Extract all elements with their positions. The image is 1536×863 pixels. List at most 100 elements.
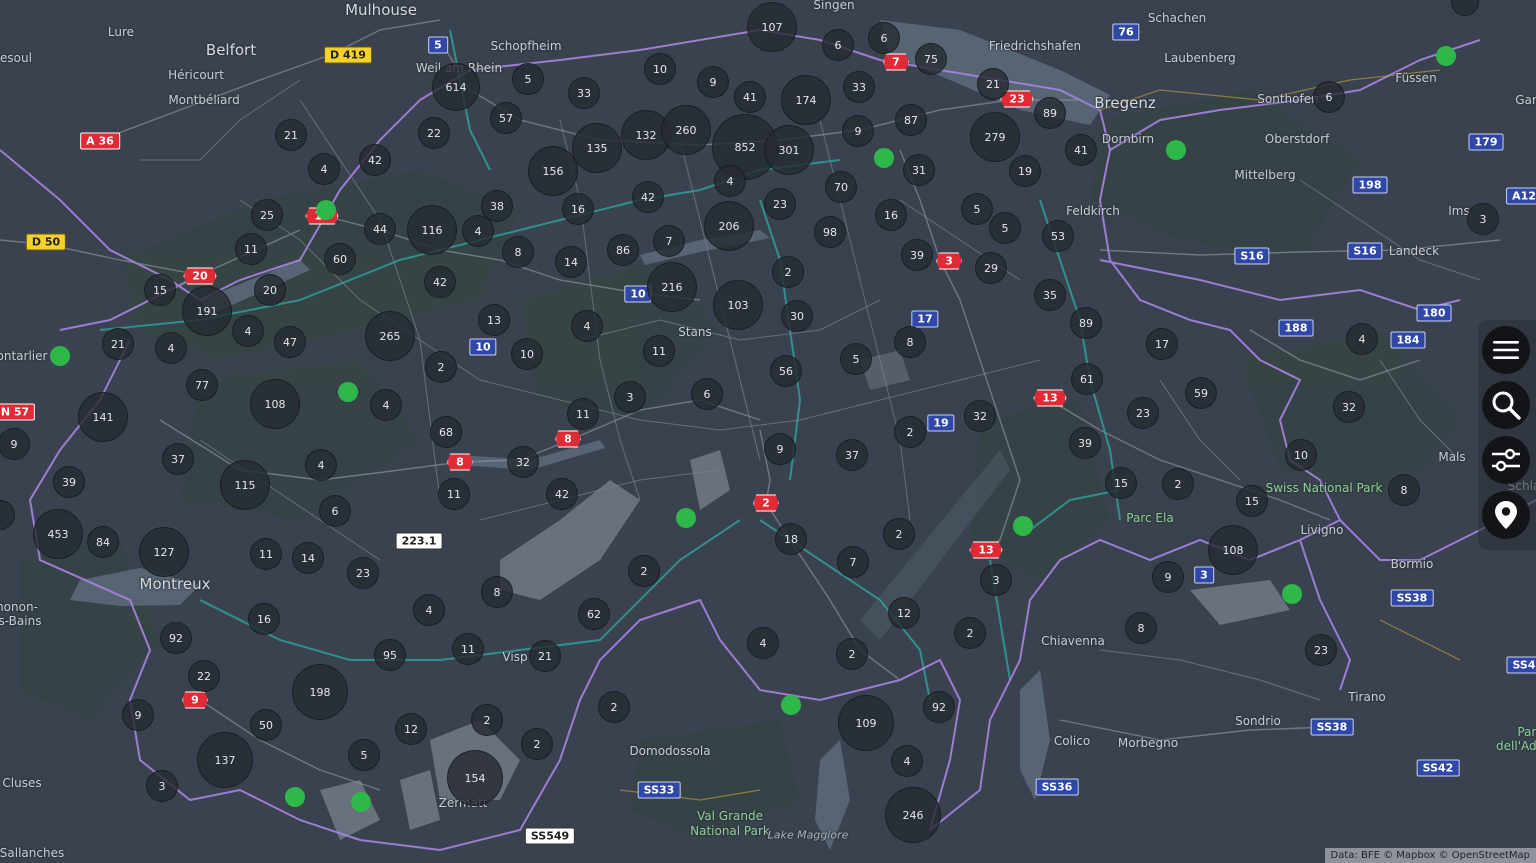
cluster-marker[interactable]: 11: [235, 233, 267, 265]
cluster-marker[interactable]: 154: [447, 750, 503, 806]
cluster-marker[interactable]: 89: [1034, 97, 1066, 129]
cluster-marker[interactable]: 2: [598, 691, 630, 723]
cluster-marker[interactable]: 31: [903, 154, 935, 186]
cluster-marker[interactable]: 8: [481, 576, 513, 608]
cluster-marker[interactable]: 41: [734, 81, 766, 113]
cluster-marker[interactable]: 3: [1467, 203, 1499, 235]
cluster-marker[interactable]: 84: [87, 526, 119, 558]
cluster-marker[interactable]: 279: [970, 112, 1020, 162]
cluster-marker[interactable]: 35: [1034, 279, 1066, 311]
cluster-marker[interactable]: 198: [292, 664, 348, 720]
cluster-marker[interactable]: 5: [989, 212, 1021, 244]
cluster-marker[interactable]: 25: [251, 199, 283, 231]
cluster-marker[interactable]: 6: [822, 29, 854, 61]
cluster-marker[interactable]: 4: [1346, 323, 1378, 355]
cluster-marker[interactable]: 15: [144, 274, 176, 306]
cluster-marker[interactable]: 614: [432, 63, 480, 111]
cluster-marker[interactable]: 23: [1127, 397, 1159, 429]
cluster-marker[interactable]: 2: [628, 555, 660, 587]
cluster-marker[interactable]: 42: [546, 478, 578, 510]
cluster-marker[interactable]: 115: [220, 460, 270, 510]
location-button[interactable]: [1482, 491, 1530, 539]
cluster-marker[interactable]: 87: [895, 104, 927, 136]
cluster-marker[interactable]: 246: [885, 787, 941, 843]
cluster-marker[interactable]: 89: [1070, 307, 1102, 339]
cluster-marker[interactable]: 2: [1162, 468, 1194, 500]
cluster-marker[interactable]: 4: [747, 627, 779, 659]
cluster-marker[interactable]: 4: [305, 449, 337, 481]
cluster-marker[interactable]: 10: [511, 338, 543, 370]
cluster-marker[interactable]: 33: [843, 71, 875, 103]
cluster-marker[interactable]: 453: [33, 509, 83, 559]
station-marker[interactable]: [1166, 140, 1186, 160]
cluster-marker[interactable]: 42: [359, 144, 391, 176]
cluster-marker[interactable]: 174: [781, 75, 831, 125]
cluster-marker[interactable]: 11: [438, 478, 470, 510]
cluster-marker[interactable]: 92: [160, 622, 192, 654]
cluster-marker[interactable]: 8: [502, 236, 534, 268]
cluster-marker[interactable]: 6: [1313, 81, 1345, 113]
cluster-marker[interactable]: 13: [478, 304, 510, 336]
cluster-marker[interactable]: 32: [507, 446, 539, 478]
station-marker[interactable]: [1282, 584, 1302, 604]
cluster-marker[interactable]: 9: [122, 699, 154, 731]
cluster-marker[interactable]: 4: [462, 215, 494, 247]
map-attribution[interactable]: Data: BFE © Mapbox © OpenStreetMap: [1324, 848, 1536, 863]
cluster-marker[interactable]: 260: [661, 105, 711, 155]
filter-button[interactable]: [1482, 436, 1530, 484]
cluster-marker[interactable]: 32: [964, 400, 996, 432]
station-marker[interactable]: [338, 382, 358, 402]
cluster-marker[interactable]: 61: [1071, 363, 1103, 395]
cluster-marker[interactable]: 108: [1208, 525, 1258, 575]
cluster-marker[interactable]: 14: [292, 542, 324, 574]
cluster-marker[interactable]: 41: [1065, 134, 1097, 166]
cluster-marker[interactable]: 11: [567, 398, 599, 430]
station-marker[interactable]: [1013, 516, 1033, 536]
cluster-marker[interactable]: 206: [704, 201, 754, 251]
station-marker[interactable]: [285, 787, 305, 807]
cluster-marker[interactable]: 59: [1185, 377, 1217, 409]
cluster-marker[interactable]: 2: [954, 617, 986, 649]
cluster-marker[interactable]: 12: [888, 597, 920, 629]
cluster-marker[interactable]: 17: [1146, 328, 1178, 360]
cluster-marker[interactable]: 301: [764, 125, 814, 175]
cluster-marker[interactable]: 3: [980, 564, 1012, 596]
cluster-marker[interactable]: 15: [1236, 485, 1268, 517]
cluster-marker[interactable]: 4: [155, 332, 187, 364]
cluster-marker[interactable]: 37: [162, 443, 194, 475]
cluster-marker[interactable]: 60: [324, 243, 356, 275]
cluster-marker[interactable]: 30: [781, 300, 813, 332]
cluster-marker[interactable]: 6: [868, 22, 900, 54]
cluster-marker[interactable]: 5: [840, 343, 872, 375]
cluster-marker[interactable]: 39: [53, 466, 85, 498]
cluster-marker[interactable]: 32: [1333, 391, 1365, 423]
cluster-marker[interactable]: 108: [250, 379, 300, 429]
cluster-marker[interactable]: 2: [521, 728, 553, 760]
cluster-marker[interactable]: 11: [452, 633, 484, 665]
cluster-marker[interactable]: 2: [772, 256, 804, 288]
cluster-marker[interactable]: 9: [764, 433, 796, 465]
cluster-marker[interactable]: 47: [274, 326, 306, 358]
cluster-marker[interactable]: 11: [250, 538, 282, 570]
cluster-marker[interactable]: 8: [1388, 474, 1420, 506]
cluster-marker[interactable]: 23: [1305, 634, 1337, 666]
cluster-marker[interactable]: 216: [647, 262, 697, 312]
cluster-marker[interactable]: 107: [747, 2, 797, 52]
cluster-marker[interactable]: 57: [490, 102, 522, 134]
cluster-marker[interactable]: 23: [764, 188, 796, 220]
cluster-marker[interactable]: 4: [413, 594, 445, 626]
cluster-marker[interactable]: 109: [838, 695, 894, 751]
cluster-marker[interactable]: 191: [182, 286, 232, 336]
cluster-marker[interactable]: 4: [232, 315, 264, 347]
cluster-marker[interactable]: 75: [915, 43, 947, 75]
cluster-marker[interactable]: 62: [578, 598, 610, 630]
cluster-marker[interactable]: 141: [78, 392, 128, 442]
cluster-marker[interactable]: 42: [632, 181, 664, 213]
cluster-marker[interactable]: 92: [923, 691, 955, 723]
cluster-marker[interactable]: 7: [653, 225, 685, 257]
cluster-marker[interactable]: 5: [348, 739, 380, 771]
cluster-marker[interactable]: 22: [188, 660, 220, 692]
cluster-marker[interactable]: 21: [275, 119, 307, 151]
cluster-marker[interactable]: 15: [1105, 467, 1137, 499]
search-button[interactable]: [1482, 381, 1530, 429]
